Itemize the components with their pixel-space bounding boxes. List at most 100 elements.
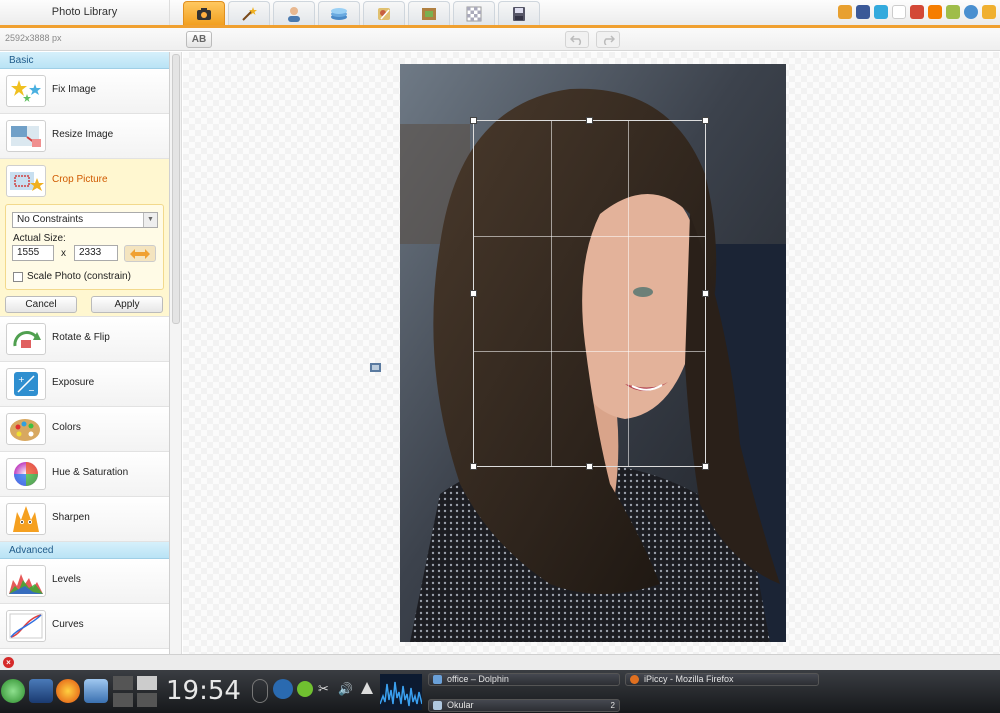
task-okular[interactable]: Okular 2 (428, 699, 620, 712)
undo-button[interactable] (565, 31, 589, 48)
save-icon (513, 6, 525, 21)
swap-arrows-icon (130, 248, 150, 259)
scale-photo-checkbox[interactable] (13, 272, 23, 282)
constraint-value: No Constraints (17, 214, 84, 225)
crop-handle-top-right[interactable] (702, 117, 709, 124)
image-canvas[interactable] (183, 52, 1000, 654)
stickers-icon (378, 7, 390, 20)
crop-handle-bottom-right[interactable] (702, 463, 709, 470)
redo-button[interactable] (596, 31, 620, 48)
camera-tab[interactable] (183, 1, 225, 25)
crop-height-input[interactable]: 2333 (74, 245, 118, 261)
kde-menu-icon[interactable] (1, 679, 25, 703)
curves-icon (6, 610, 46, 642)
crop-grid-line (628, 121, 629, 466)
portrait-icon (288, 6, 300, 22)
clock[interactable]: 19:54 (166, 676, 241, 706)
constraint-select[interactable]: No Constraints ▼ (12, 212, 158, 228)
crop-handle-bottom[interactable] (586, 463, 593, 470)
picasa-icon[interactable] (946, 5, 960, 19)
rotate-flip-icon (6, 323, 46, 355)
google-plus-icon[interactable] (910, 5, 924, 19)
effects-tab[interactable] (228, 1, 270, 25)
cpu-monitor-icon[interactable] (380, 674, 422, 710)
textures-tab[interactable] (453, 1, 495, 25)
task-firefox[interactable]: iPiccy - Mozilla Firefox (625, 673, 819, 686)
tool-label: Crop Picture (52, 174, 108, 185)
facebook-icon[interactable] (856, 5, 870, 19)
flickr-icon[interactable] (892, 5, 906, 19)
scrollbar-thumb[interactable] (172, 54, 180, 324)
stickers-tab[interactable] (363, 1, 405, 25)
crop-width-input[interactable]: 1555 (12, 245, 54, 261)
desktop-taskbar: 19:54 ✂ 🔊 office – Dolphin iPiccy - Mozi… (0, 670, 1000, 713)
actual-size-label: Actual Size: (13, 233, 66, 244)
tool-resize-image[interactable]: Resize Image (0, 114, 169, 159)
compare-button[interactable]: AB (186, 31, 212, 48)
chevron-down-icon[interactable]: ▼ (143, 213, 157, 227)
layers-tab[interactable] (318, 1, 360, 25)
web-icon[interactable] (964, 5, 978, 19)
tool-curves[interactable]: Curves (0, 604, 169, 649)
tool-sharpen[interactable]: Sharpen (0, 497, 169, 542)
crop-handle-left[interactable] (470, 290, 477, 297)
scale-photo-label: Scale Photo (constrain) (27, 271, 131, 282)
desktop-icon[interactable] (29, 679, 53, 703)
cancel-button[interactable]: Cancel (5, 296, 77, 313)
redo-icon (603, 34, 615, 45)
image-dimensions: 2592x3888 px (5, 33, 62, 43)
pager-desktop-4[interactable] (137, 693, 157, 707)
top-toolbar: Photo Library (0, 0, 1000, 28)
photo-library-tab[interactable]: Photo Library (0, 0, 170, 25)
apply-button[interactable]: Apply (91, 296, 163, 313)
system-tray-expand-icon[interactable] (361, 682, 373, 694)
move-image-icon[interactable] (370, 362, 382, 374)
exposure-icon: + − (6, 368, 46, 400)
crop-handle-right[interactable] (702, 290, 709, 297)
file-manager-icon[interactable] (84, 679, 108, 703)
tool-label: Fix Image (52, 84, 96, 95)
section-advanced[interactable]: Advanced (0, 542, 169, 559)
frames-tab[interactable] (408, 1, 450, 25)
crop-handle-top[interactable] (586, 117, 593, 124)
settings-gear-icon[interactable] (297, 681, 313, 697)
tool-rotate-flip[interactable]: Rotate & Flip (0, 317, 169, 362)
power-icon[interactable] (252, 679, 268, 703)
swap-dimensions-button[interactable] (124, 245, 156, 262)
blogger-icon[interactable] (928, 5, 942, 19)
section-basic[interactable]: Basic (0, 52, 169, 69)
tool-crop-picture[interactable]: Crop Picture (0, 159, 169, 204)
firefox-icon[interactable] (56, 679, 80, 703)
pager-desktop-3[interactable] (113, 693, 133, 707)
pager-desktop-1[interactable] (113, 676, 133, 690)
size-separator: x (61, 248, 66, 259)
home-icon[interactable] (838, 5, 852, 19)
tool-label: Sharpen (52, 512, 90, 523)
tool-exposure[interactable]: + − Exposure (0, 362, 169, 407)
pager-desktop-2[interactable] (137, 676, 157, 690)
save-tab[interactable] (498, 1, 540, 25)
svg-text:+: + (18, 375, 25, 384)
crop-handle-top-left[interactable] (470, 117, 477, 124)
volume-icon[interactable]: 🔊 (338, 682, 356, 696)
layers-icon (331, 7, 347, 20)
task-dolphin[interactable]: office – Dolphin (428, 673, 620, 686)
sidebar-scrollbar[interactable] (170, 52, 182, 654)
error-icon[interactable]: × (3, 657, 14, 668)
tool-colors[interactable]: Colors (0, 407, 169, 452)
email-icon[interactable] (982, 5, 996, 19)
options-bar: 2592x3888 px AB (0, 28, 1000, 51)
tools-sidebar: Basic Fix Image Resize Image Crop Pictur… (0, 52, 170, 654)
crop-handle-bottom-left[interactable] (470, 463, 477, 470)
touch-up-tab[interactable] (273, 1, 315, 25)
dolphin-icon (433, 675, 442, 684)
task-label: office – Dolphin (447, 674, 509, 684)
clipboard-scissors-icon[interactable]: ✂ (318, 682, 332, 696)
tool-fix-image[interactable]: Fix Image (0, 69, 169, 114)
okular-icon (433, 701, 442, 710)
tool-hue-saturation[interactable]: Hue & Saturation (0, 452, 169, 497)
hp-icon[interactable] (273, 679, 293, 699)
crop-selection-box[interactable] (470, 117, 709, 470)
twitter-icon[interactable] (874, 5, 888, 19)
tool-levels[interactable]: Levels (0, 559, 169, 604)
